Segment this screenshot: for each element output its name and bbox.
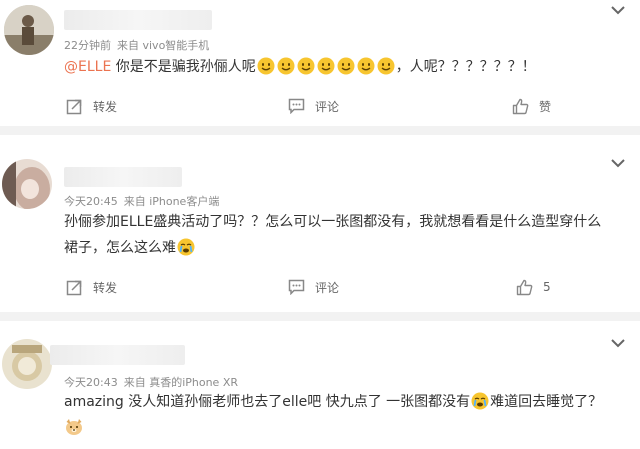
- comment-time: 今天20:45: [64, 195, 118, 208]
- cry-emoji-icon: [177, 238, 195, 256]
- chevron-down-icon[interactable]: [610, 157, 626, 169]
- repost-icon: [66, 99, 82, 114]
- smile-emoji-icon: [377, 57, 395, 75]
- comment-text-line: 孙俪参加ELLE盛典活动了吗？？怎么可以一张图都没有，我就想看看是什么造型穿什么: [64, 214, 602, 230]
- comment-time: 22分钟前: [64, 39, 111, 52]
- comment-text: @ELLE 你是不是骗我孙俪人呢 ，人呢？？？？？？！: [64, 57, 536, 75]
- smile-emoji-icon: [357, 57, 375, 75]
- comment-text: 孙俪参加ELLE盛典活动了吗？？怎么可以一张图都没有，我就想看看是什么造型穿什么…: [64, 209, 601, 261]
- cry-emoji-icon: [471, 392, 489, 410]
- comment-card-3: 今天20:43 来自 真香的iPhone XR amazing 没人知道孙俪老师也…: [0, 321, 640, 449]
- smile-emoji-icon: [337, 57, 355, 75]
- avatar[interactable]: [4, 5, 54, 55]
- comment-button[interactable]: 评论: [288, 94, 339, 118]
- repost-button[interactable]: 转发: [66, 94, 117, 118]
- smile-emoji-icon: [257, 57, 275, 75]
- comment-source: 来自 真香的iPhone XR: [123, 376, 239, 389]
- comment-text-line: 裙子，怎么这么难: [64, 235, 601, 261]
- like-button[interactable]: 赞: [512, 94, 551, 118]
- mention-link[interactable]: @ELLE: [64, 59, 111, 75]
- username-blurred[interactable]: [64, 10, 212, 30]
- action-bar: 转发 评论 5: [0, 275, 640, 299]
- comment-icon: [288, 98, 305, 114]
- comment-icon: [288, 279, 305, 295]
- comment-text-line: amazing 没人知道孙俪老师也去了elle吧 快九点了 一张图都没有 难道回去…: [64, 392, 603, 410]
- username-blurred[interactable]: [50, 345, 185, 365]
- like-button[interactable]: 5: [516, 275, 551, 299]
- comment-source: 来自 vivo智能手机: [117, 39, 210, 52]
- comment-meta: 今天20:43 来自 真香的iPhone XR: [64, 374, 244, 390]
- comment-meta: 今天20:45 来自 iPhone客户端: [64, 193, 225, 209]
- comment-divider: [0, 312, 640, 321]
- comment-divider: [0, 126, 640, 135]
- smile-emoji-icon: [277, 57, 295, 75]
- comment-time: 今天20:43: [64, 376, 118, 389]
- like-count: 5: [543, 280, 551, 294]
- like-icon: [516, 279, 533, 295]
- repost-button[interactable]: 转发: [66, 275, 117, 299]
- comment-card-2: 今天20:45 来自 iPhone客户端 孙俪参加ELLE盛典活动了吗？？怎么可以…: [0, 135, 640, 312]
- comment-meta: 22分钟前 来自 vivo智能手机: [64, 37, 215, 53]
- comment-button[interactable]: 评论: [288, 275, 339, 299]
- comment-text: amazing 没人知道孙俪老师也去了elle吧 快九点了 一张图都没有 难道回去…: [64, 389, 602, 441]
- chevron-down-icon[interactable]: [610, 337, 626, 349]
- comment-card-1: 22分钟前 来自 vivo智能手机 @ELLE 你是不是骗我孙俪人呢 ，人呢？？？？…: [0, 0, 640, 126]
- smile-emoji-icon: [317, 57, 335, 75]
- smile-emoji-icon: [297, 57, 315, 75]
- action-bar: 转发 评论 赞: [0, 94, 640, 118]
- avatar[interactable]: [2, 159, 52, 209]
- chevron-down-icon[interactable]: [610, 4, 626, 16]
- username-blurred[interactable]: [64, 167, 182, 187]
- avatar[interactable]: [2, 339, 52, 389]
- smile-emoji-group: [256, 57, 396, 75]
- comment-source: 来自 iPhone客户端: [123, 195, 220, 208]
- dog-emoji-icon: [66, 419, 82, 435]
- like-icon: [512, 98, 529, 114]
- comment-text-line: [64, 415, 602, 441]
- repost-icon: [66, 280, 82, 295]
